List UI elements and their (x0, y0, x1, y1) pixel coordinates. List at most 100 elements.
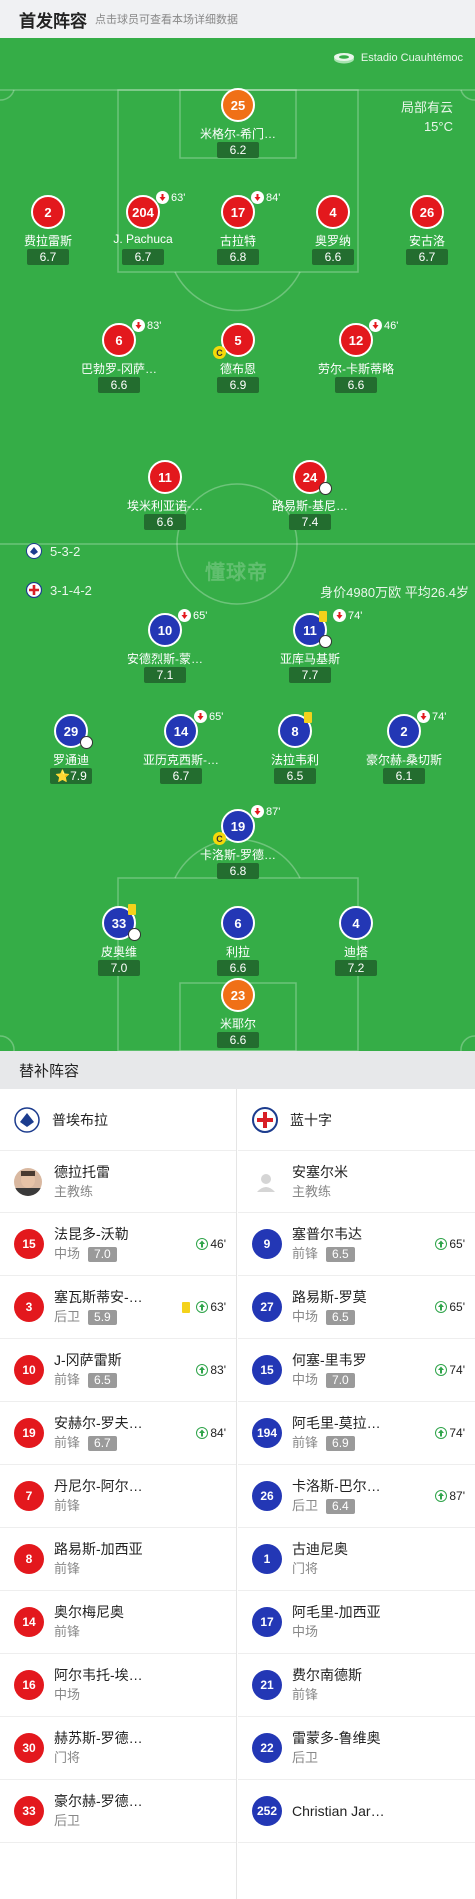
sub-player-row[interactable]: 27 路易斯-罗莫 中场 6.5 65' (238, 1276, 475, 1339)
away-team-crest-icon (26, 582, 42, 598)
player-home-forward[interactable]: 24 路易斯-基尼… 7.4 (255, 460, 365, 536)
player-away-defensive-midfielder[interactable]: 19 87' C 卡洛斯-罗德… 6.8 (183, 805, 293, 885)
player-position: 后卫 (292, 1750, 319, 1765)
sub-player-row[interactable]: 9 塞普尔韦达 前锋 6.5 65' (238, 1213, 475, 1276)
player-number: 194 (252, 1418, 282, 1448)
player-home-forward[interactable]: 11 埃米利亚诺-… 6.6 (110, 460, 220, 536)
away-team-row[interactable]: 蓝十字 (238, 1089, 475, 1151)
sub-player-row[interactable]: 10 J-冈萨雷斯 前锋 6.5 83' (0, 1339, 236, 1402)
sub-player-row[interactable]: 30 赫苏斯-罗德… 门将 (0, 1717, 236, 1780)
sub-in-icon (196, 1364, 209, 1376)
player-number: 2 (31, 195, 65, 229)
player-rating: 6.5 (326, 1309, 355, 1325)
coach-role: 主教练 (54, 1183, 94, 1199)
player-name: 利拉 (225, 945, 250, 959)
home-coach[interactable]: 德拉托雷 主教练 (0, 1151, 236, 1213)
player-away-forward[interactable]: 10 65' 安德烈斯-蒙… 7.1 (110, 609, 220, 689)
sub-in-indicator: 74' (435, 1363, 465, 1377)
player-number: 14 (14, 1607, 44, 1637)
yellow-card-icon (182, 1301, 191, 1313)
sub-player-row[interactable]: 252 Christian Jare… (238, 1780, 475, 1843)
sub-player-row[interactable]: 14 奥尔梅尼奥 前锋 (0, 1591, 236, 1654)
player-rating: 6.7 (406, 249, 448, 265)
sub-player-row[interactable]: 16 阿尔韦托-埃… 中场 (0, 1654, 236, 1717)
player-position: 前锋 (54, 1435, 81, 1450)
player-rating: 6.7 (88, 1435, 117, 1451)
sub-in-indicator: 63' (182, 1300, 226, 1314)
player-rating: 6.2 (217, 142, 259, 158)
lineup-header: 首发阵容 点击球员可查看本场详细数据 (0, 0, 475, 38)
player-away-defender[interactable]: 4 迪塔 7.2 (301, 906, 411, 982)
player-position: 中场 (292, 1372, 319, 1387)
player-home-midfielder[interactable]: 6 83' 巴勃罗-冈萨… 6.6 (64, 319, 174, 399)
player-away-midfielder[interactable]: 8 法拉韦利 6.5 (240, 712, 350, 790)
sub-in-indicator: 84' (196, 1426, 226, 1440)
home-team-name: 普埃布拉 (52, 1111, 108, 1128)
player-rating: 6.1 (383, 768, 425, 784)
sub-player-row[interactable]: 26 卡洛斯-巴尔… 后卫 6.4 87' (238, 1465, 475, 1528)
player-name: 豪尔赫-桑切斯 (366, 753, 442, 767)
sub-player-row[interactable]: 7 丹尼尔-阿尔… 前锋 (0, 1465, 236, 1528)
away-team-name: 蓝十字 (290, 1111, 332, 1128)
player-away-defender[interactable]: 6 利拉 6.6 (183, 906, 293, 982)
sub-player-row[interactable]: 3 塞瓦斯蒂安-… 后卫 5.9 63' (0, 1276, 236, 1339)
player-away-midfielder[interactable]: 2 74' 豪尔赫-桑切斯 6.1 (349, 710, 459, 790)
sub-player-row[interactable]: 8 路易斯-加西亚 前锋 (0, 1528, 236, 1591)
player-away-goalkeeper[interactable]: 23 米耶尔 6.6 (183, 978, 293, 1051)
sub-player-row[interactable]: 19 安赫尔-罗夫… 前锋 6.7 84' (0, 1402, 236, 1465)
player-home-goalkeeper[interactable]: 25 米格尔-希门… 6.2 (183, 88, 293, 164)
player-number: 26 (410, 195, 444, 229)
player-away-defender[interactable]: 33 皮奥维 7.0 (64, 904, 174, 982)
player-name: 阿尔韦托-埃… (54, 1667, 143, 1683)
player-name: 亚历克西斯-… (143, 753, 219, 767)
player-number: 5 (221, 323, 255, 357)
home-formation: 5-3-2 (26, 543, 80, 559)
goal-ball-icon (319, 635, 332, 648)
player-number: 27 (252, 1292, 282, 1322)
player-number: 6 (102, 323, 136, 357)
player-position: 前锋 (292, 1246, 319, 1261)
star-icon: ⭐ (55, 769, 71, 783)
player-number: 204 (126, 195, 160, 229)
weather-condition: 局部有云 (400, 100, 453, 115)
player-number: 15 (252, 1355, 282, 1385)
sub-player-row[interactable]: 21 费尔南德斯 前锋 (238, 1654, 475, 1717)
player-home-defender[interactable]: 26 安古洛 6.7 (372, 195, 475, 271)
player-home-defender[interactable]: 17 84' 古拉特 6.8 (183, 191, 293, 271)
player-number: 3 (14, 1292, 44, 1322)
sub-out-icon (194, 710, 207, 723)
player-away-midfielder[interactable]: 29 罗通迪 ⭐7.9 (16, 714, 126, 790)
player-away-forward[interactable]: 11 74' 亚库马基斯 7.7 (255, 609, 365, 689)
away-coach[interactable]: 安塞尔米 主教练 (238, 1151, 475, 1213)
player-name: 丹尼尔-阿尔… (54, 1478, 143, 1494)
player-name: 古迪尼奥 (292, 1541, 348, 1557)
sub-out-icon (156, 191, 169, 204)
sub-player-row[interactable]: 15 法昆多-沃勒 中场 7.0 46' (0, 1213, 236, 1276)
player-name: 赫苏斯-罗德… (54, 1730, 143, 1746)
player-home-midfielder[interactable]: 12 46' 劳尔-卡斯蒂略 6.6 (301, 319, 411, 399)
player-home-defender[interactable]: 204 63' J. Pachuca 6.7 (88, 191, 198, 271)
player-position: 前锋 (54, 1498, 81, 1513)
player-name: J. Pachuca (113, 232, 173, 246)
sub-player-row[interactable]: 17 阿毛里-加西亚 中场 (238, 1591, 475, 1654)
player-number: 17 (252, 1607, 282, 1637)
player-position: 前锋 (292, 1435, 319, 1450)
sub-out-indicator: 74' (417, 710, 446, 723)
player-rating: 6.7 (160, 768, 202, 784)
sub-player-row[interactable]: 33 豪尔赫-罗德… 后卫 (0, 1780, 236, 1843)
player-name: 阿毛里-莫拉… (292, 1415, 381, 1431)
player-number: 2 (387, 714, 421, 748)
header-hint: 点击球员可查看本场详细数据 (95, 14, 238, 26)
sub-out-indicator: 83' (132, 319, 161, 332)
sub-player-row[interactable]: 194 阿毛里-莫拉… 前锋 6.9 74' (238, 1402, 475, 1465)
player-home-midfielder[interactable]: 5 C 德布恩 6.9 (183, 323, 293, 399)
player-away-midfielder[interactable]: 14 65' 亚历克西斯-… 6.7 (126, 710, 236, 790)
sub-minute: 83' (210, 1363, 226, 1377)
sub-player-row[interactable]: 15 何塞-里韦罗 中场 7.0 74' (238, 1339, 475, 1402)
player-rating: 6.9 (326, 1435, 355, 1451)
player-rating: 6.6 (217, 1032, 259, 1048)
sub-player-row[interactable]: 22 雷蒙多-鲁维奥 后卫 (238, 1717, 475, 1780)
sub-in-icon (435, 1490, 448, 1502)
home-team-row[interactable]: 普埃布拉 (0, 1089, 236, 1151)
sub-player-row[interactable]: 1 古迪尼奥 门将 (238, 1528, 475, 1591)
